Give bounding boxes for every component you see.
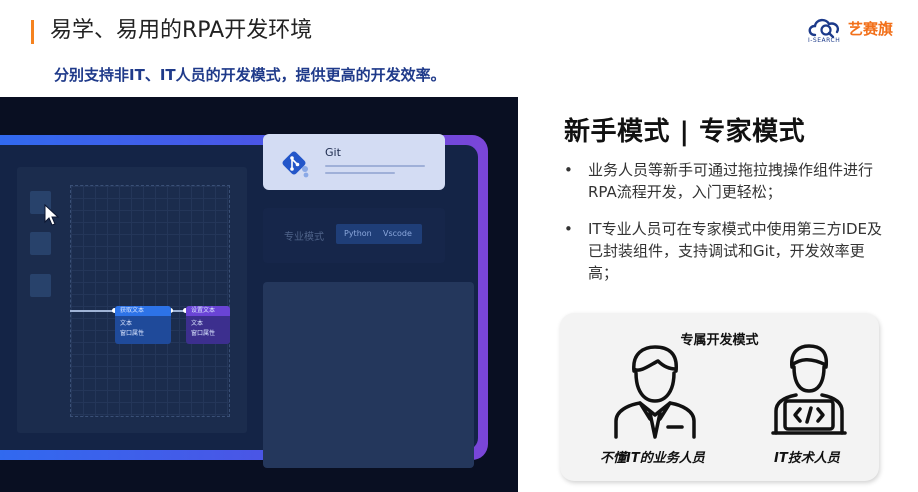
bullet-text: 业务人员等新手可通过拖拉拽操作组件进行RPA流程开发，入门更轻松； [588,161,874,201]
company-logo: 艺赛旗 I-SEARCH [806,15,896,45]
logo-name: 艺赛旗 [848,20,894,38]
product-screenshot: 获取文本 文本 窗口属性 设置文本 文本 窗口属性 Git 专业模式 Pytho… [0,97,518,492]
mode-label: 专业模式 [284,232,324,243]
git-label: Git [325,146,341,159]
bullet-item: • IT专业人员可在专家模式中使用第三方IDE及已封装组件，支持调试和Git，开… [564,218,884,284]
component-tile[interactable] [30,274,51,297]
expert-mode-card: 专业模式 Python Vscode [263,208,445,263]
mode-options[interactable]: Python Vscode [336,224,422,244]
node-title: 获取文本 [115,306,171,316]
vscode-option[interactable]: Vscode [383,229,412,238]
node-field: 窗口属性 [120,330,145,337]
code-editor-panel[interactable] [263,282,474,468]
git-icon [282,151,309,178]
bullet-dot: • [564,161,573,179]
git-card[interactable]: Git [263,134,445,190]
persona-label-business: 不懂IT的业务人员 [600,451,705,466]
bullet-dot: • [564,220,573,238]
node-field: 文本 [191,320,204,327]
component-tile[interactable] [30,232,51,255]
bullet-item: • 业务人员等新手可通过拖拉拽操作组件进行RPA流程开发，入门更轻松； [564,159,884,203]
title-accent-bar [31,20,34,44]
node-field: 文本 [120,320,133,327]
page-subtitle: 分别支持非IT、IT人员的开发模式，提供更高的开发效率。 [54,66,446,84]
page-title: 易学、易用的RPA开发环境 [50,18,313,43]
node-title: 设置文本 [186,306,230,316]
mouse-pointer-icon [44,204,60,226]
bullet-text: IT专业人员可在专家模式中使用第三方IDE及已封装组件，支持调试和Git，开发效… [588,220,883,282]
section-heading: 新手模式 | 专家模式 [564,117,806,147]
python-option[interactable]: Python [344,229,372,238]
git-detail-line [325,172,395,174]
flow-node-set-text[interactable]: 设置文本 文本 窗口属性 [186,306,230,344]
node-field: 窗口属性 [191,330,216,337]
flow-canvas-grid [70,185,230,417]
persona-label-developer: IT技术人员 [774,451,840,466]
developer-person-icon [771,344,847,435]
logo-tagline: I-SEARCH [808,37,841,44]
dev-mode-box: 专属开发模式 不懂IT的业务人员 IT技术人员 [560,313,879,481]
cloud-logo-icon [808,18,840,39]
business-person-icon [614,345,696,439]
flow-node-get-text[interactable]: 获取文本 文本 窗口属性 [115,306,171,344]
git-detail-line [325,165,425,167]
